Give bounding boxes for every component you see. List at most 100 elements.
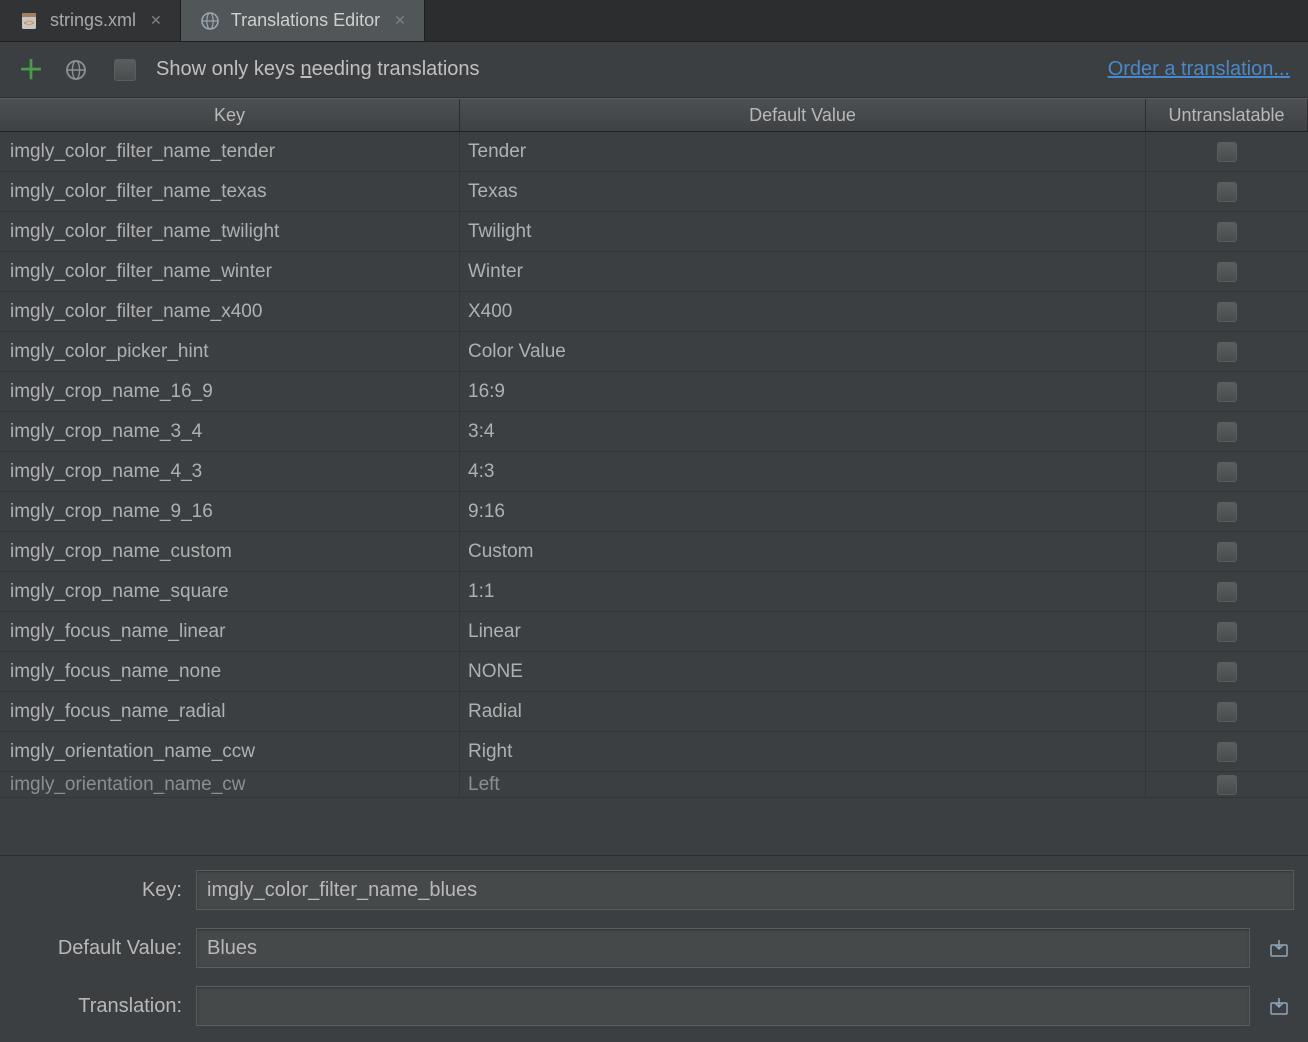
untranslatable-checkbox[interactable]	[1217, 302, 1237, 322]
cell-default-value[interactable]: Texas	[460, 172, 1146, 211]
untranslatable-checkbox[interactable]	[1217, 502, 1237, 522]
close-icon[interactable]: ✕	[150, 12, 162, 29]
cell-untranslatable	[1146, 332, 1308, 371]
cell-default-value[interactable]: Color Value	[460, 332, 1146, 371]
order-translation-link[interactable]: Order a translation...	[1108, 58, 1290, 81]
untranslatable-checkbox[interactable]	[1217, 775, 1237, 795]
cell-default-value[interactable]: Radial	[460, 692, 1146, 731]
table-row[interactable]: imgly_crop_name_16_916:9	[0, 372, 1308, 412]
untranslatable-checkbox[interactable]	[1217, 182, 1237, 202]
label-text-pre: Show only keys	[156, 58, 301, 80]
cell-untranslatable	[1146, 132, 1308, 171]
detail-panel: Key: Default Value: Translation:	[0, 855, 1308, 1042]
detail-translation-input[interactable]	[196, 986, 1250, 1026]
cell-untranslatable	[1146, 252, 1308, 291]
cell-key[interactable]: imgly_crop_name_custom	[0, 532, 460, 571]
cell-key[interactable]: imgly_orientation_name_ccw	[0, 732, 460, 771]
table-row[interactable]: imgly_color_filter_name_tenderTender	[0, 132, 1308, 172]
untranslatable-checkbox[interactable]	[1217, 262, 1237, 282]
column-header-default-value[interactable]: Default Value	[460, 99, 1146, 131]
table-row[interactable]: imgly_color_filter_name_twilightTwilight	[0, 212, 1308, 252]
open-resource-icon[interactable]	[1264, 991, 1294, 1021]
cell-key[interactable]: imgly_color_filter_name_twilight	[0, 212, 460, 251]
untranslatable-checkbox[interactable]	[1217, 142, 1237, 162]
table-row[interactable]: imgly_focus_name_linearLinear	[0, 612, 1308, 652]
globe-icon	[199, 10, 221, 32]
cell-default-value[interactable]: Winter	[460, 252, 1146, 291]
table-row[interactable]: imgly_crop_name_customCustom	[0, 532, 1308, 572]
untranslatable-checkbox[interactable]	[1217, 462, 1237, 482]
table-header: Key Default Value Untranslatable	[0, 98, 1308, 132]
table-row[interactable]: imgly_color_filter_name_winterWinter	[0, 252, 1308, 292]
tab-strings-xml[interactable]: <> strings.xml ✕	[0, 0, 181, 41]
table-row[interactable]: imgly_color_filter_name_texasTexas	[0, 172, 1308, 212]
cell-untranslatable	[1146, 492, 1308, 531]
table-row[interactable]: imgly_focus_name_radialRadial	[0, 692, 1308, 732]
table-row[interactable]: imgly_color_picker_hintColor Value	[0, 332, 1308, 372]
cell-default-value[interactable]: NONE	[460, 652, 1146, 691]
cell-key[interactable]: imgly_crop_name_3_4	[0, 412, 460, 451]
cell-key[interactable]: imgly_crop_name_square	[0, 572, 460, 611]
close-icon[interactable]: ✕	[394, 12, 406, 29]
table-row[interactable]: imgly_crop_name_square1:1	[0, 572, 1308, 612]
detail-row-default: Default Value:	[14, 928, 1294, 968]
untranslatable-checkbox[interactable]	[1217, 542, 1237, 562]
cell-default-value[interactable]: 9:16	[460, 492, 1146, 531]
cell-key[interactable]: imgly_orientation_name_cw	[0, 772, 460, 797]
untranslatable-checkbox[interactable]	[1217, 382, 1237, 402]
open-resource-icon[interactable]	[1264, 933, 1294, 963]
untranslatable-checkbox[interactable]	[1217, 622, 1237, 642]
table-row[interactable]: imgly_focus_name_noneNONE	[0, 652, 1308, 692]
column-header-untranslatable[interactable]: Untranslatable	[1146, 99, 1308, 131]
cell-key[interactable]: imgly_focus_name_none	[0, 652, 460, 691]
untranslatable-checkbox[interactable]	[1217, 582, 1237, 602]
show-only-untranslated-label[interactable]: Show only keys needing translations	[156, 58, 480, 81]
cell-default-value[interactable]: Tender	[460, 132, 1146, 171]
cell-default-value[interactable]: Twilight	[460, 212, 1146, 251]
tab-translations-editor[interactable]: Translations Editor ✕	[181, 0, 425, 41]
table-row[interactable]: imgly_orientation_name_ccwRight	[0, 732, 1308, 772]
table-row[interactable]: imgly_orientation_name_cwLeft	[0, 772, 1308, 798]
untranslatable-checkbox[interactable]	[1217, 422, 1237, 442]
cell-key[interactable]: imgly_crop_name_9_16	[0, 492, 460, 531]
label-text-mnemonic: n	[301, 58, 312, 80]
column-header-key[interactable]: Key	[0, 99, 460, 131]
add-key-button[interactable]: ＋	[18, 57, 44, 83]
table-row[interactable]: imgly_crop_name_9_169:16	[0, 492, 1308, 532]
cell-key[interactable]: imgly_color_filter_name_x400	[0, 292, 460, 331]
cell-key[interactable]: imgly_color_filter_name_winter	[0, 252, 460, 291]
untranslatable-checkbox[interactable]	[1217, 662, 1237, 682]
add-locale-button[interactable]	[64, 58, 88, 82]
cell-default-value[interactable]: 1:1	[460, 572, 1146, 611]
untranslatable-checkbox[interactable]	[1217, 742, 1237, 762]
cell-default-value[interactable]: 4:3	[460, 452, 1146, 491]
cell-default-value[interactable]: Left	[460, 772, 1146, 797]
editor-tabs: <> strings.xml ✕ Translations Editor ✕	[0, 0, 1308, 42]
show-only-untranslated-checkbox[interactable]	[114, 59, 136, 81]
detail-key-input[interactable]	[196, 870, 1294, 910]
detail-row-key: Key:	[14, 870, 1294, 910]
detail-default-label: Default Value:	[14, 937, 182, 960]
cell-key[interactable]: imgly_color_picker_hint	[0, 332, 460, 371]
cell-default-value[interactable]: Custom	[460, 532, 1146, 571]
cell-key[interactable]: imgly_focus_name_linear	[0, 612, 460, 651]
untranslatable-checkbox[interactable]	[1217, 222, 1237, 242]
table-row[interactable]: imgly_color_filter_name_x400X400	[0, 292, 1308, 332]
cell-key[interactable]: imgly_crop_name_4_3	[0, 452, 460, 491]
cell-key[interactable]: imgly_color_filter_name_tender	[0, 132, 460, 171]
detail-default-input[interactable]	[196, 928, 1250, 968]
cell-key[interactable]: imgly_focus_name_radial	[0, 692, 460, 731]
cell-default-value[interactable]: Right	[460, 732, 1146, 771]
untranslatable-checkbox[interactable]	[1217, 342, 1237, 362]
untranslatable-checkbox[interactable]	[1217, 702, 1237, 722]
cell-default-value[interactable]: X400	[460, 292, 1146, 331]
toolbar: ＋ Show only keys needing translations Or…	[0, 42, 1308, 98]
table-row[interactable]: imgly_crop_name_4_34:3	[0, 452, 1308, 492]
table-row[interactable]: imgly_crop_name_3_43:4	[0, 412, 1308, 452]
cell-default-value[interactable]: Linear	[460, 612, 1146, 651]
cell-default-value[interactable]: 3:4	[460, 412, 1146, 451]
cell-key[interactable]: imgly_crop_name_16_9	[0, 372, 460, 411]
cell-key[interactable]: imgly_color_filter_name_texas	[0, 172, 460, 211]
cell-default-value[interactable]: 16:9	[460, 372, 1146, 411]
translations-table: imgly_color_filter_name_tenderTenderimgl…	[0, 132, 1308, 855]
